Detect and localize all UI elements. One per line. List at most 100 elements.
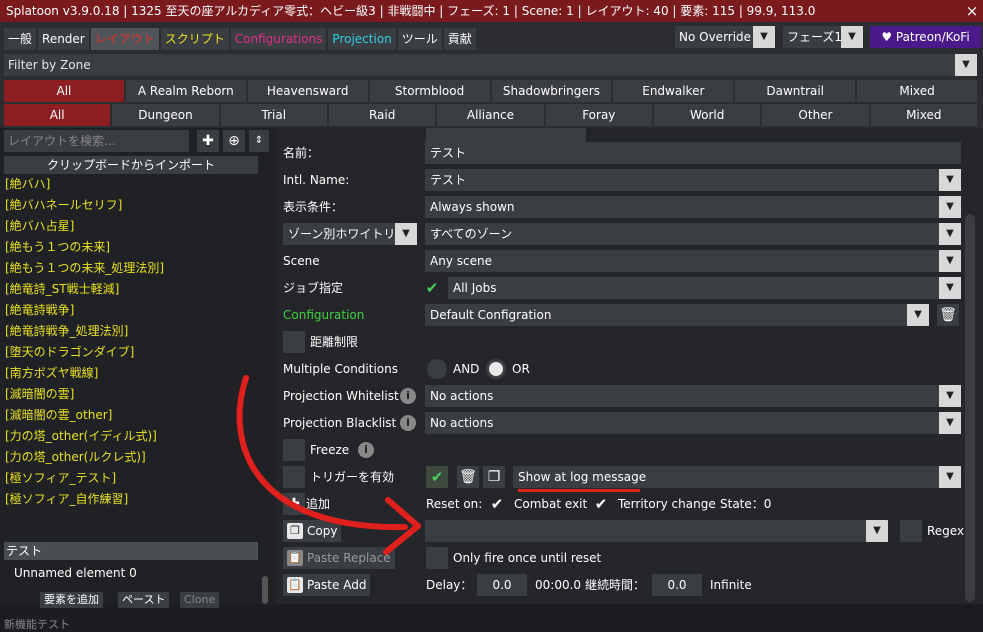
list-item[interactable]: [力の塔_other(イディル式)] <box>0 426 260 447</box>
paste-add-button[interactable]: 📋 Paste Add <box>283 574 371 596</box>
info-icon[interactable]: i <box>400 388 416 404</box>
delay-input[interactable]: 0.0 <box>477 574 527 596</box>
right-scrollbar[interactable] <box>965 214 975 602</box>
display-condition-dropdown[interactable]: Always shown ▼ <box>425 196 961 218</box>
combat-exit-checkbox[interactable]: ✔ <box>486 493 508 515</box>
territory-change-checkbox[interactable]: ✔ <box>590 493 612 515</box>
configuration-dropdown[interactable]: Default Configration ▼ <box>425 304 929 326</box>
category-raid[interactable]: Raid <box>328 104 436 126</box>
projection-blacklist-dropdown[interactable]: No actions ▼ <box>425 412 961 434</box>
duration-input[interactable]: 0.0 <box>652 574 702 596</box>
add-trigger-label[interactable]: 追加 <box>306 493 330 515</box>
list-item[interactable]: [極ソフィア_自作練習] <box>0 489 260 510</box>
patreon-button[interactable]: ♥ Patreon/KoFi <box>870 26 981 48</box>
list-item[interactable]: [滅暗闇の雲] <box>0 384 260 405</box>
tab-scripts[interactable]: スクリプト <box>160 28 229 50</box>
list-item[interactable]: [絶バハ] <box>0 174 260 195</box>
tab-general[interactable]: 一般 <box>4 28 37 50</box>
category-trial[interactable]: Trial <box>220 104 327 126</box>
trigger-checkbox[interactable] <box>283 466 305 488</box>
projection-whitelist-dropdown[interactable]: No actions ▼ <box>425 385 961 407</box>
sort-icon[interactable]: ⇕ <box>249 130 269 152</box>
override-dropdown[interactable]: No Override ▼ <box>675 26 775 48</box>
list-item[interactable]: [絶もう１つの未来] <box>0 237 260 258</box>
selected-layout[interactable]: テスト <box>4 542 258 560</box>
tab-configurations[interactable]: Configurations <box>230 28 327 50</box>
element-item[interactable]: Unnamed element 0 <box>14 566 137 580</box>
trigger-enabled-checkbox[interactable]: ✔ <box>426 466 448 488</box>
trash-icon[interactable]: 🗑 <box>457 466 479 488</box>
paste-button[interactable]: ペースト <box>118 592 170 608</box>
tab-tools[interactable]: ツール <box>397 28 442 50</box>
intl-name-dropdown[interactable]: テスト ▼ <box>425 169 961 191</box>
expansion-mixed[interactable]: Mixed <box>857 80 977 102</box>
tab-contribute[interactable]: 貢献 <box>443 28 476 50</box>
name-input[interactable]: テスト <box>425 142 961 164</box>
copy-icon[interactable]: ❐ <box>483 466 505 488</box>
zone-whitelist-dropdown[interactable]: ゾーン別ホワイトリ ▼ <box>283 223 417 245</box>
expansion-dt[interactable]: Dawntrail <box>735 80 856 102</box>
category-foray[interactable]: Foray <box>545 104 652 126</box>
add-icon[interactable]: ✚ <box>283 493 305 515</box>
expansion-hw[interactable]: Heavensward <box>247 80 368 102</box>
category-filter-row: All Dungeon Trial Raid Alliance Foray Wo… <box>4 104 977 126</box>
list-item[interactable]: [絶バハネールセリフ] <box>0 195 260 216</box>
import-clipboard-button[interactable]: クリップボードからインポート <box>4 156 258 174</box>
trash-icon[interactable]: 🗑 <box>937 304 959 326</box>
filter-by-zone-dropdown[interactable]: Filter by Zone ▼ <box>4 54 977 76</box>
tab-layout[interactable]: レイアウト <box>90 28 159 50</box>
category-alliance[interactable]: Alliance <box>437 104 544 126</box>
list-item[interactable]: [極ソフィア_テスト] <box>0 468 260 489</box>
expansion-arr[interactable]: A Realm Reborn <box>125 80 246 102</box>
zone-dropdown[interactable]: すべてのゾーン ▼ <box>425 223 961 245</box>
expansion-shb[interactable]: Shadowbringers <box>491 80 612 102</box>
category-all[interactable]: All <box>4 104 111 126</box>
clone-button[interactable]: Clone <box>180 592 220 608</box>
job-dropdown[interactable]: All Jobs ▼ <box>448 277 961 299</box>
layout-search-input[interactable]: レイアウトを検索... <box>4 130 189 152</box>
category-world[interactable]: World <box>653 104 761 126</box>
info-icon[interactable]: i <box>358 442 374 458</box>
list-item[interactable]: [堕天のドラゴンダイブ] <box>0 342 260 363</box>
regex-pattern-input[interactable]: ▼ <box>425 520 888 542</box>
distance-limit-checkbox[interactable] <box>283 331 305 353</box>
list-item[interactable]: [滅暗闇の雲_other] <box>0 405 260 426</box>
tab-render[interactable]: Render <box>38 28 89 50</box>
add-element-button[interactable]: 要素を追加 <box>40 592 103 608</box>
phase-dropdown[interactable]: フェーズ1 ▼ <box>783 26 863 48</box>
freeze-checkbox[interactable] <box>283 439 305 461</box>
left-scrollbar[interactable] <box>262 576 268 604</box>
regex-checkbox[interactable] <box>900 520 922 542</box>
expansion-sb[interactable]: Stormblood <box>369 80 490 102</box>
expansion-all[interactable]: All <box>4 80 124 102</box>
list-item[interactable]: [南方ボズヤ戦線] <box>0 363 260 384</box>
paste-replace-button[interactable]: 📋 Paste Replace <box>283 547 395 569</box>
new-features-label: 新機能テスト <box>4 618 70 631</box>
paste-add-label: Paste Add <box>307 578 367 592</box>
list-item[interactable]: [絶竜詩戦争] <box>0 300 260 321</box>
list-item[interactable]: [力の塔_other(ルクレ式)] <box>0 447 260 468</box>
or-radio[interactable] <box>486 359 506 379</box>
expansion-ew[interactable]: Endwalker <box>613 80 734 102</box>
list-item[interactable]: [絶もう１つの未来_処理法別] <box>0 258 260 279</box>
trigger-type-dropdown[interactable]: Show at log message ▼ <box>513 466 961 488</box>
tab-projection[interactable]: Projection <box>328 28 396 50</box>
add-layout-icon[interactable]: ✚ <box>197 130 219 152</box>
copy-button[interactable]: ❐ Copy <box>283 520 342 542</box>
category-dungeon[interactable]: Dungeon <box>112 104 219 126</box>
category-mixed[interactable]: Mixed <box>870 104 977 126</box>
once-checkbox[interactable] <box>426 547 448 569</box>
search-plus-icon[interactable]: ⊕ <box>223 130 245 152</box>
list-item[interactable]: [絶竜詩戦争_処理法別] <box>0 321 260 342</box>
list-item[interactable]: [絶竜詩_ST戦士軽減] <box>0 279 260 300</box>
list-item[interactable]: [絶バハ占星] <box>0 216 260 237</box>
chevron-down-icon: ▼ <box>395 223 417 245</box>
category-other[interactable]: Other <box>762 104 869 126</box>
close-icon[interactable]: × <box>961 0 983 22</box>
scene-dropdown[interactable]: Any scene ▼ <box>425 250 961 272</box>
and-radio[interactable] <box>427 359 447 379</box>
chevron-down-icon: ▼ <box>753 26 775 48</box>
info-icon[interactable]: i <box>400 415 416 431</box>
once-label: Only fire once until reset <box>453 551 602 565</box>
intl-name-value: テスト <box>430 173 467 187</box>
